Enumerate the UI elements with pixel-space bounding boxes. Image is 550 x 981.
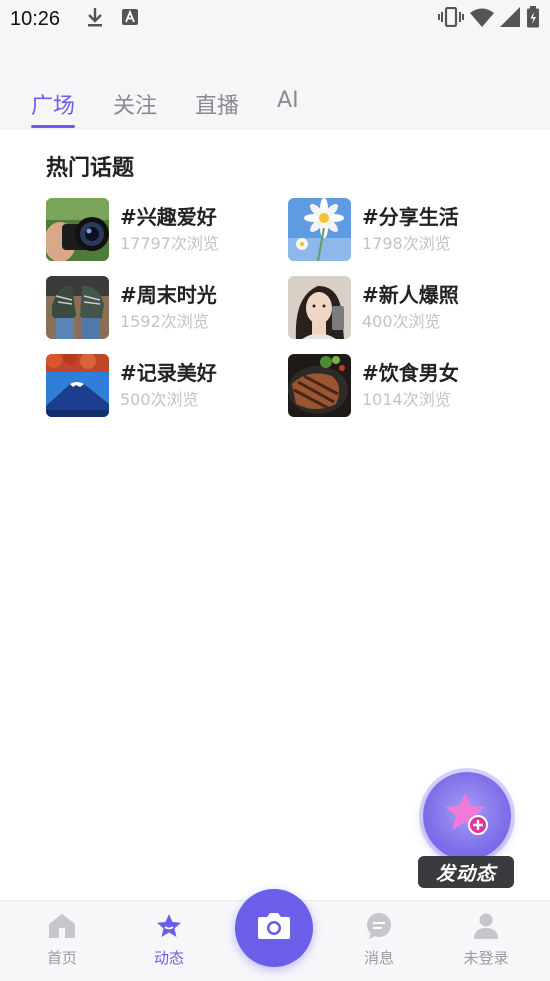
mountain-photo-thumbnail	[46, 354, 109, 417]
nav-home[interactable]: 首页	[22, 913, 102, 968]
nav-profile[interactable]: 未登录	[446, 913, 526, 968]
topic-item[interactable]: #新人爆照 400次浏览	[288, 276, 506, 339]
nav-moments-label: 动态	[153, 949, 184, 967]
topic-item[interactable]: #记录美好 500次浏览	[46, 354, 288, 417]
portrait-photo-thumbnail	[288, 276, 351, 339]
tab-following[interactable]: 关注	[113, 76, 157, 130]
topic-views: 1592次浏览	[120, 311, 209, 331]
tab-ai[interactable]: AI	[277, 76, 299, 130]
camera-photo-thumbnail	[46, 198, 109, 261]
topic-views: 500次浏览	[120, 389, 199, 409]
topic-name: #周末时光	[120, 282, 217, 307]
topic-views: 17797次浏览	[120, 233, 219, 253]
star-icon	[155, 913, 183, 943]
topic-views: 1014次浏览	[362, 389, 451, 409]
top-tabs: 广场 关注 直播 AI	[0, 76, 550, 130]
nav-home-label: 首页	[46, 949, 77, 967]
nav-messages-label: 消息	[363, 949, 394, 967]
tab-square[interactable]: 广场	[31, 76, 76, 130]
battery-icon	[526, 6, 540, 32]
topic-item[interactable]: #兴趣爱好 17797次浏览	[46, 198, 288, 261]
topic-grid: #兴趣爱好 17797次浏览 #分享生活 1798次浏览 #周末时光 1592次…	[46, 198, 506, 417]
star-plus-icon	[442, 789, 492, 843]
download-icon	[86, 7, 104, 31]
topic-name: #饮食男女	[362, 360, 459, 385]
topic-name: #记录美好	[120, 360, 217, 385]
wifi-icon	[470, 7, 494, 31]
post-fab-label[interactable]: 发动态	[418, 856, 514, 888]
vibrate-icon	[438, 6, 464, 31]
shoes-photo-thumbnail	[46, 276, 109, 339]
topic-name: #新人爆照	[362, 282, 459, 307]
section-title: 热门话题	[46, 156, 135, 181]
topic-views: 1798次浏览	[362, 233, 451, 253]
steak-photo-thumbnail	[288, 354, 351, 417]
topic-name: #兴趣爱好	[120, 204, 217, 229]
topic-item[interactable]: #饮食男女 1014次浏览	[288, 354, 506, 417]
topic-item[interactable]: #周末时光 1592次浏览	[46, 276, 288, 339]
tab-live[interactable]: 直播	[195, 76, 239, 130]
nav-moments[interactable]: 动态	[129, 913, 209, 968]
camera-icon	[256, 911, 292, 945]
nav-messages[interactable]: 消息	[339, 913, 419, 968]
message-icon	[365, 913, 393, 943]
bottom-nav: 首页 动态 消息 未登录	[0, 889, 550, 981]
text-a-icon	[122, 9, 139, 29]
home-icon	[48, 913, 76, 943]
nav-profile-label: 未登录	[463, 949, 509, 967]
status-time: 10:26	[10, 7, 61, 30]
post-fab-button[interactable]	[423, 772, 511, 860]
user-icon	[472, 913, 500, 943]
topic-item[interactable]: #分享生活 1798次浏览	[288, 198, 506, 261]
status-bar: 10:26	[0, 0, 550, 38]
topic-views: 400次浏览	[362, 311, 441, 331]
topic-name: #分享生活	[362, 204, 459, 229]
daisy-photo-thumbnail	[288, 198, 351, 261]
camera-button[interactable]	[235, 889, 313, 967]
signal-icon	[500, 7, 520, 31]
